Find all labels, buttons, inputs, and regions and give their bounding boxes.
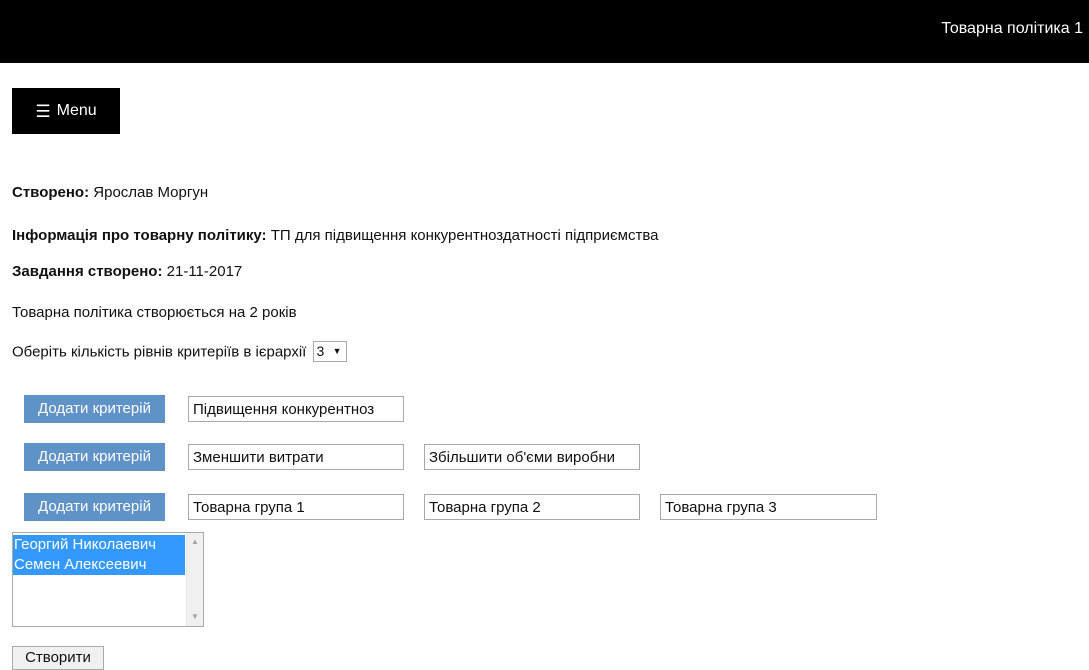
list-item[interactable]: Семен Алексеевич <box>13 555 185 575</box>
experts-list: Георгий Николаевич Семен Алексеевич <box>13 535 185 575</box>
criterion-input-level-3-3[interactable] <box>660 494 877 520</box>
top-bar: Товарна політика 1 <box>0 0 1089 63</box>
task-created-line: Завдання створено: 21-11-2017 <box>12 262 242 282</box>
levels-label: Оберіть кількість рівнів критеріїв в ієр… <box>12 343 307 361</box>
criterion-input-level-2-2[interactable] <box>424 444 640 470</box>
page-title: Товарна політика 1 <box>941 20 1083 37</box>
criterion-input-level-3-2[interactable] <box>424 494 640 520</box>
criterion-input-level-3-1[interactable] <box>188 494 404 520</box>
scroll-down-icon[interactable]: ▼ <box>187 611 203 623</box>
duration-text: Товарна політика створюється на 2 років <box>12 304 297 321</box>
created-by-line: Створено: Ярослав Моргун <box>12 183 208 203</box>
create-button[interactable]: Створити <box>12 646 104 670</box>
levels-select[interactable]: 3 ▼ <box>312 341 347 362</box>
dropdown-arrow-icon: ▼ <box>332 346 342 356</box>
created-by-value: Ярослав Моргун <box>93 184 209 201</box>
task-created-value: 21-11-2017 <box>166 263 243 280</box>
menu-label: Menu <box>56 102 97 119</box>
listbox-scrollbar[interactable]: ▲ ▼ <box>186 533 203 626</box>
scroll-up-icon[interactable]: ▲ <box>187 536 203 548</box>
task-created-label: Завдання створено: <box>12 263 163 280</box>
created-by-label: Створено: <box>12 184 90 201</box>
list-item[interactable]: Георгий Николаевич <box>13 535 185 555</box>
policy-info-value: ТП для підвищення конкурентноздатності п… <box>270 227 659 244</box>
experts-listbox[interactable]: Георгий Николаевич Семен Алексеевич ▲ ▼ <box>12 532 204 627</box>
levels-selected-value: 3 <box>316 343 325 359</box>
policy-info-label: Інформація про товарну політику: <box>12 227 267 244</box>
policy-info-line: Інформація про товарну політику: ТП для … <box>12 226 659 246</box>
levels-row: Оберіть кількість рівнів критеріїв в ієр… <box>12 341 347 363</box>
add-criterion-button-level-1[interactable]: Додати критерій <box>24 395 165 423</box>
add-criterion-button-level-3[interactable]: Додати критерій <box>24 493 165 521</box>
menu-button[interactable]: ☰ Menu <box>12 88 120 134</box>
criterion-input-level-1-1[interactable] <box>188 396 404 422</box>
add-criterion-button-level-2[interactable]: Додати критерій <box>24 443 165 471</box>
hamburger-icon: ☰ <box>35 101 51 121</box>
criterion-input-level-2-1[interactable] <box>188 444 404 470</box>
